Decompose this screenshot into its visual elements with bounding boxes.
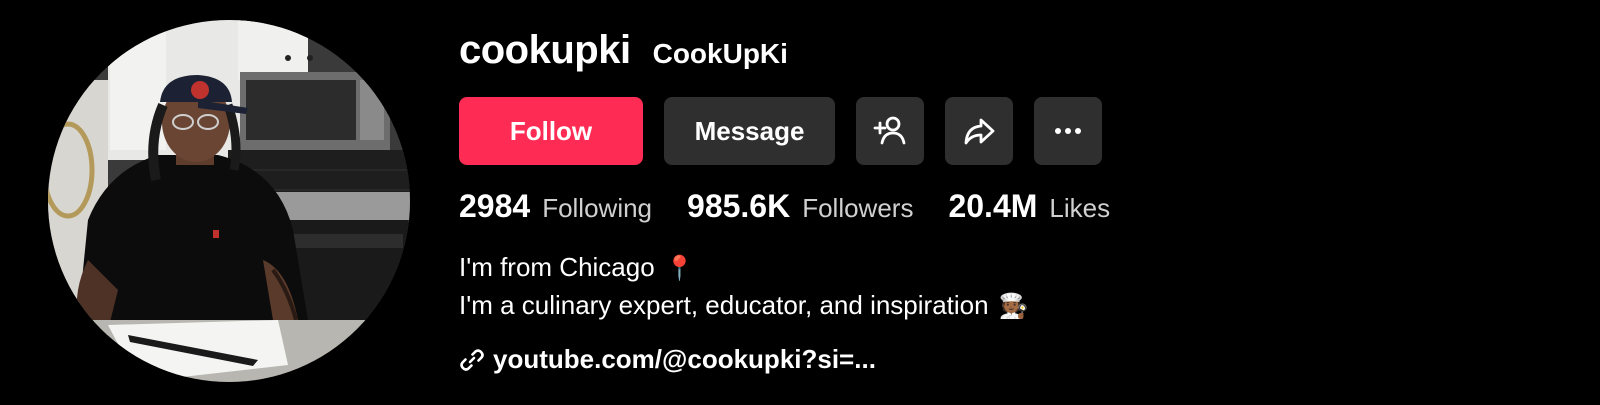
following-label: Following [542,193,653,223]
message-button[interactable]: Message [664,97,835,165]
link-text: youtube.com/@cookupki?si=... [493,344,876,374]
share-icon [964,118,995,145]
more-button[interactable] [1034,97,1102,165]
add-friend-button[interactable] [856,97,924,165]
likes-label: Likes [1049,193,1111,223]
likes-count: 20.4M [948,188,1038,224]
followers-label: Followers [802,193,914,223]
bio-text-1: I'm from Chicago [459,252,655,282]
bio-line-1: I'm from Chicago 📍 [459,249,1028,287]
stat-likes: 20.4M Likes [948,188,1110,225]
nickname: CookUpKi [652,38,788,69]
following-count: 2984 [459,188,531,224]
add-person-icon [873,116,906,145]
bio-text-2: I'm a culinary expert, educator, and ins… [459,290,989,320]
name-row: cookupki CookUpKi [459,28,1579,76]
follow-button[interactable]: Follow [459,97,643,165]
chef-emoji-icon: 🧑🏾‍🍳 [998,293,1029,320]
bio-link[interactable]: youtube.com/@cookupki?si=... [459,344,876,375]
profile-info: cookupki CookUpKi Follow Message 2984 Fo… [459,28,1579,374]
username: cookupki [459,28,631,72]
stat-following[interactable]: 2984 Following [459,188,652,225]
share-button[interactable] [945,97,1013,165]
more-icon [1055,128,1081,134]
pin-emoji-icon: 📍 [664,255,695,282]
bio-line-2: I'm a culinary expert, educator, and ins… [459,287,1028,325]
profile-bio: I'm from Chicago 📍 I'm a culinary expert,… [459,249,1028,325]
followers-count: 985.6K [687,188,791,224]
stat-followers[interactable]: 985.6K Followers [687,188,913,225]
profile-avatar[interactable] [48,20,410,382]
link-icon [459,347,485,373]
profile-stats: 2984 Following 985.6K Followers 20.4M Li… [459,188,1145,225]
action-buttons: Follow Message [459,97,1102,165]
profile-photo [48,20,410,382]
